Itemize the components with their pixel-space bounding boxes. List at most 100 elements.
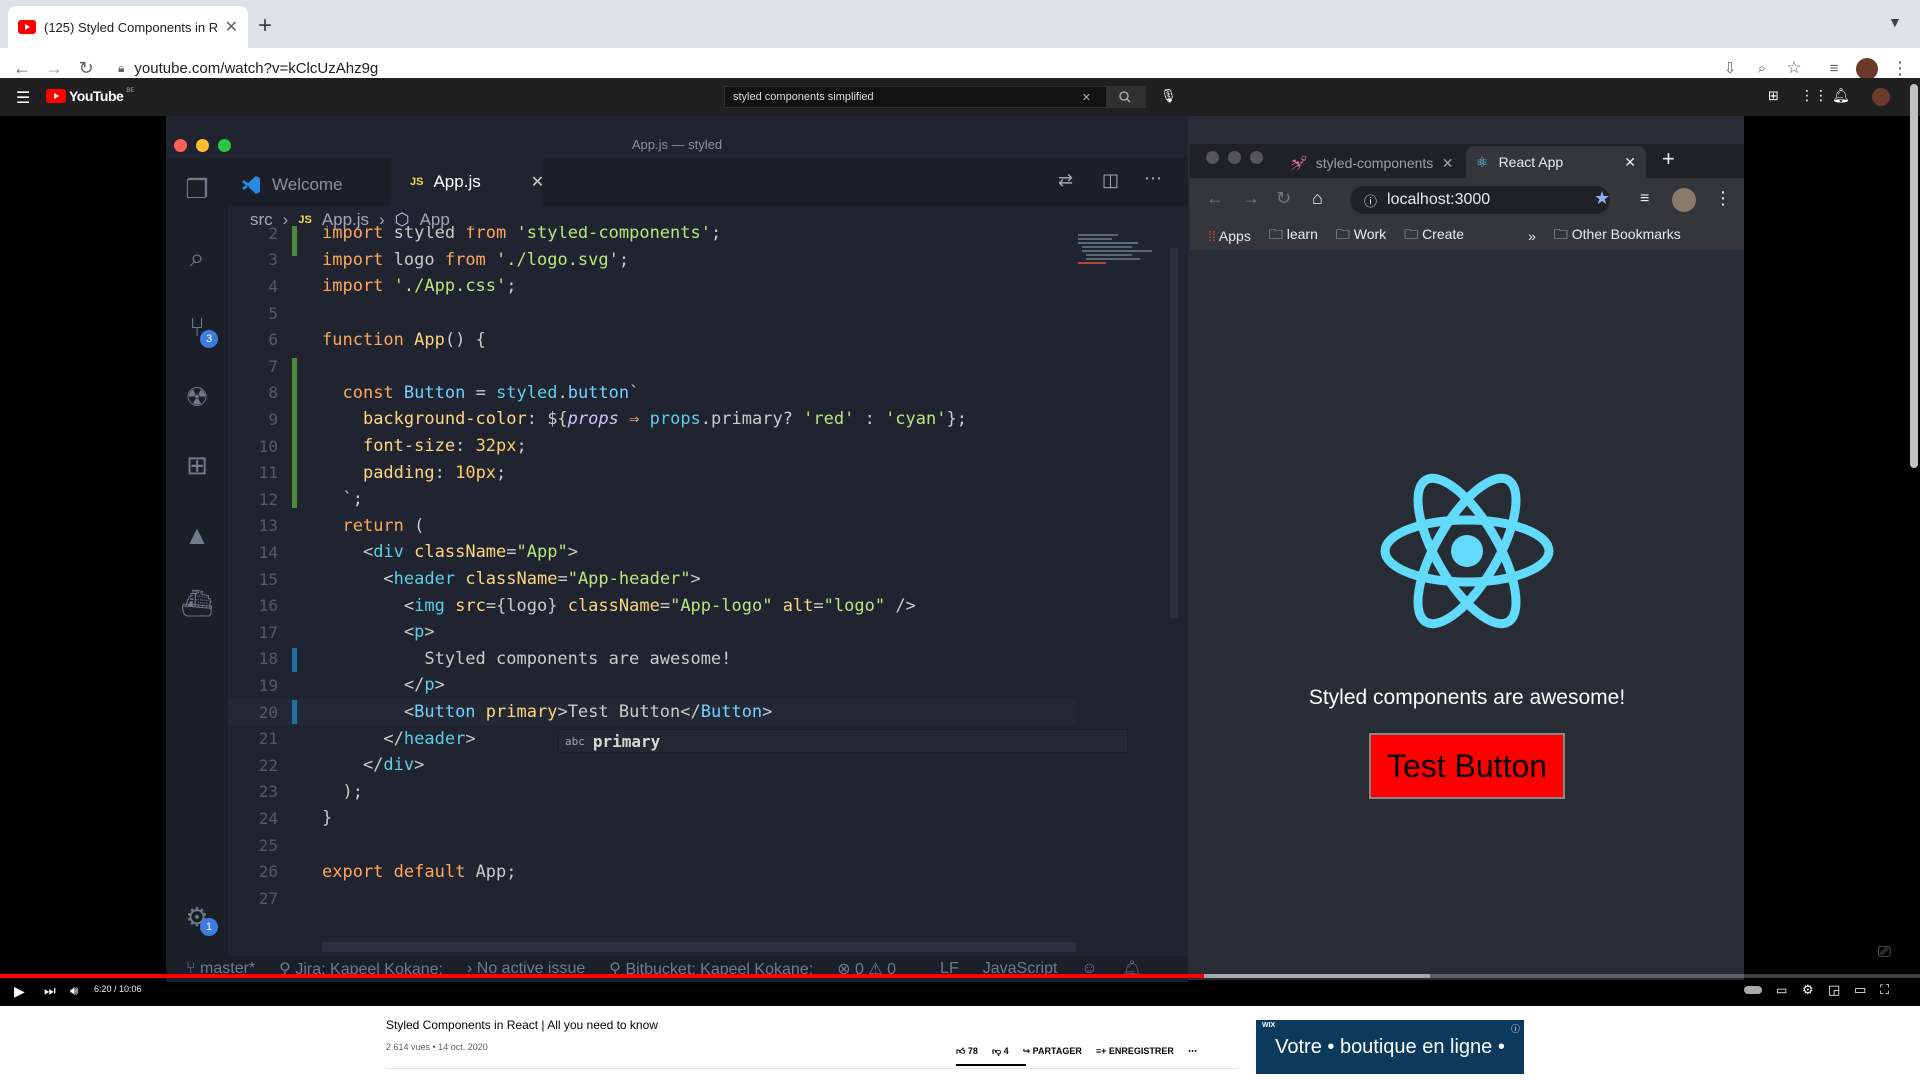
horizontal-scrollbar[interactable] [322,942,1076,952]
youtube-search-input[interactable]: styled components simplified ✕ [724,86,1144,108]
apps-grid-icon[interactable]: ⋮⋮ [1800,87,1828,104]
code-line[interactable]: 24} [228,805,1076,832]
dislike-button[interactable]: 👎︎ 4 [992,1046,1009,1057]
inner-close-window-icon[interactable] [1206,151,1219,164]
tab-app-js[interactable]: JS App.js ✕ [390,158,544,206]
code-line[interactable]: 6 function App() { [228,326,1076,353]
youtube-search-button[interactable] [1106,86,1146,108]
explorer-icon[interactable]: ❐ [180,172,214,206]
inner-menu-icon[interactable]: ⋮ [1714,188,1732,209]
extensions-icon[interactable]: ⊞ [180,448,214,482]
code-line[interactable]: 17 <p> [228,619,1076,646]
inner-new-tab-button[interactable]: + [1662,146,1675,172]
inner-home-icon[interactable]: ⌂ [1312,188,1323,209]
ad-info-icon[interactable]: ⓘ [1511,1022,1520,1035]
code-line[interactable]: 13 return ( [228,513,1076,540]
test-button[interactable]: Test Button [1369,733,1565,799]
inner-reading-list-icon[interactable]: ≡ [1640,190,1649,208]
bookmark-work[interactable]: 🗀 Work [1336,224,1386,248]
close-tab-icon[interactable]: ✕ [1442,155,1454,172]
inner-profile-avatar[interactable] [1672,188,1696,212]
inner-forward-icon[interactable]: → [1242,188,1260,209]
autoplay-toggle[interactable] [1744,986,1762,994]
lock-icon: 🔒︎ [118,60,125,75]
code-line[interactable]: 11 padding: 10px; [228,459,1076,486]
next-button[interactable]: ⏭︎ [44,983,56,999]
code-line[interactable]: 15 <header className="App-header"> [228,566,1076,593]
azure-icon[interactable]: ▲ [180,518,214,552]
bookmark-other[interactable]: 🗀 Other Bookmarks [1554,224,1681,248]
save-button[interactable]: ≡+ ENREGISTRER [1096,1046,1174,1056]
share-button[interactable]: ↪ PARTAGER [1023,1046,1082,1057]
bookmarks-overflow[interactable]: » [1528,228,1536,244]
code-line[interactable]: 14 <div className="App"> [228,539,1076,566]
code-line[interactable]: 5 [228,300,1076,327]
inner-maximize-window-icon[interactable] [1250,151,1263,164]
hamburger-icon[interactable]: ☰ [16,88,30,108]
code-line[interactable]: 22 </div> [228,752,1076,779]
code-line[interactable]: 25 [228,832,1076,859]
bookmark-learn[interactable]: 🗀 learn [1269,224,1318,248]
cast-icon[interactable]: ⎚ [1878,944,1891,962]
inner-tab-react-app[interactable]: ⚛︎ React App ✕ [1466,146,1646,178]
open-changes-icon[interactable]: ⇄ [1058,170,1073,191]
create-video-icon[interactable]: ⊞ [1768,88,1779,104]
code-line[interactable]: 19 </p> [228,672,1076,699]
inner-minimize-window-icon[interactable] [1228,151,1241,164]
code-line[interactable]: 23 ); [228,779,1076,806]
minimap[interactable] [1076,232,1166,292]
close-tab-icon[interactable]: ✕ [531,172,544,192]
tab-search-icon[interactable]: ▼ [1888,14,1902,30]
close-tab-icon[interactable]: ✕ [225,17,238,37]
debug-icon[interactable]: ☢︎ [180,380,214,414]
volume-icon[interactable]: 🔊︎ [70,983,78,999]
inner-back-icon[interactable]: ← [1206,188,1224,209]
code-line[interactable]: 27 [228,885,1076,912]
close-tab-icon[interactable]: ✕ [1624,154,1636,171]
code-line[interactable]: 10 font-size: 32px; [228,433,1076,460]
docker-icon[interactable]: ⛴︎ [180,586,214,620]
code-line[interactable]: 18 Styled components are awesome! [228,646,1076,673]
bookmark-apps[interactable]: ⁞⁞ Apps [1208,228,1251,244]
code-line[interactable]: 2 import styled from 'styled-components'; [228,226,1076,247]
fullscreen-icon[interactable]: ⛶ [1880,982,1889,998]
tab-youtube[interactable]: (125) Styled Components in React ✕ [8,6,248,48]
youtube-logo[interactable]: YouTube BE [46,88,134,104]
code-line[interactable]: 7 [228,353,1076,380]
play-button[interactable]: ▶ [14,983,25,1000]
like-button[interactable]: 👍︎ 78 [956,1046,978,1057]
code-line[interactable]: 20 <Button primary>Test Button</Button> [228,698,1076,726]
inner-address-bar[interactable]: ⓘ localhost:3000 [1350,186,1610,214]
code-line[interactable]: 9 background-color: ${props ⇒ props.prim… [228,406,1076,433]
page-scrollbar[interactable] [1910,84,1918,468]
bookmark-create[interactable]: 🗀 Create [1404,224,1464,248]
profile-avatar[interactable] [1856,58,1878,80]
settings-icon[interactable]: ⚙︎ [1802,982,1814,998]
miniplayer-icon[interactable]: ◲ [1828,982,1840,998]
clear-search-icon[interactable]: ✕ [1082,91,1091,104]
ad-banner[interactable]: WIX Votre • boutique en ligne • ⓘ [1256,1020,1524,1074]
code-line[interactable]: 8 const Button = styled.button` [228,380,1076,407]
vertical-scrollbar[interactable] [1170,248,1178,618]
inner-bookmark-star-icon[interactable]: ★ [1594,188,1610,209]
editor-content[interactable]: 2 import styled from 'styled-components';… [228,226,1076,946]
code-line[interactable]: 12 `; [228,486,1076,513]
inner-reload-icon[interactable]: ↻ [1276,188,1291,209]
notifications-icon[interactable]: 🔔︎ [1832,87,1850,104]
microphone-icon[interactable]: 🎙︎ [1160,88,1177,104]
code-line[interactable]: 4 import './App.css'; [228,273,1076,300]
more-actions-icon[interactable]: ⋯ [1144,168,1162,189]
code-line[interactable]: 26 export default App; [228,858,1076,885]
code-line[interactable]: 3 import logo from './logo.svg'; [228,247,1076,274]
tab-welcome[interactable]: Welcome [240,165,390,205]
theater-mode-icon[interactable]: ▭ [1854,982,1866,998]
code-line[interactable]: 16 <img src={logo} className="App-logo" … [228,592,1076,619]
new-tab-button[interactable]: + [258,12,272,40]
yt-avatar[interactable] [1872,88,1890,106]
split-editor-icon[interactable]: ◫ [1102,170,1119,191]
search-icon[interactable]: ⌕ [180,240,214,274]
inner-tab-styled-components[interactable]: 💅︎ styled-components ✕ [1290,148,1462,178]
captions-icon[interactable]: ▭ [1776,983,1787,997]
more-options-icon[interactable]: ⋯ [1188,1046,1197,1057]
autocomplete-suggestion[interactable]: abc primary [558,729,1128,753]
